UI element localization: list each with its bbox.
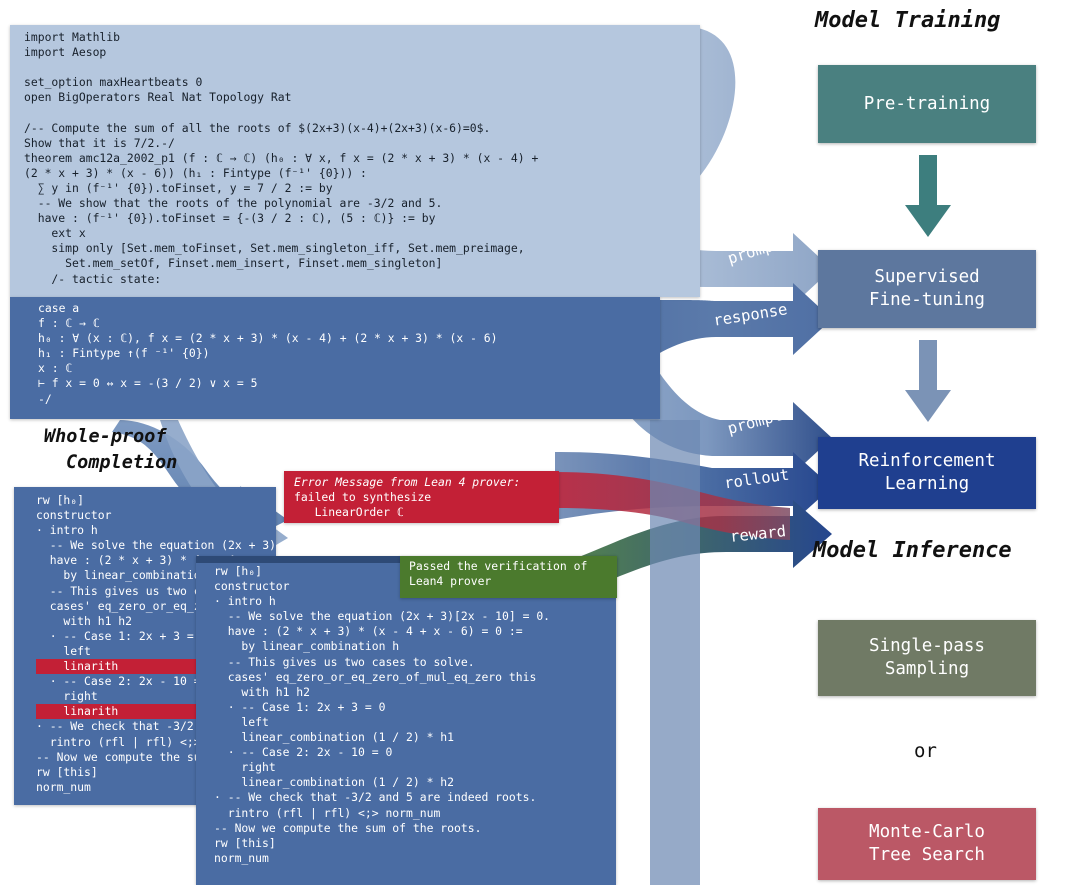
stage-box-rl-label-line2: Learning [884,474,970,494]
stage-box-supervised-fine-tuning[interactable]: Supervised Fine-tuning [818,250,1036,328]
ribbon-vertical-column [650,420,700,885]
stage-box-reinforcement-learning[interactable]: Reinforcement Learning [818,437,1036,509]
code-panel-passing-proof: rw [h₀] constructor · intro h -- We solv… [196,556,616,885]
stage-box-rl-label-line1: Reinforcement [858,451,996,471]
verification-success-text: Passed the verification of Lean4 prover [409,559,588,589]
arrow-pretraining-to-sft [905,155,951,237]
whole-proof-line1: Whole-proof [44,426,167,447]
or-connector-label: or [914,740,937,762]
diagram-canvas: import Mathlib import Aesop set_option m… [0,0,1080,885]
code-line: -- We solve the equation (2x + 3)[2x - 1… [49,538,276,553]
code-pass-text: rw [h₀] constructor · intro h -- We solv… [214,564,551,865]
stage-box-mcts-label-line2: Tree Search [869,845,985,865]
whole-proof-line2: Completion [66,452,178,473]
stage-box-single-pass-sampling[interactable]: Single-pass Sampling [818,620,1036,696]
whole-proof-completion-label: Whole-proof Completion [44,424,177,476]
code-line: constructor [36,508,112,523]
stage-box-sft-label-line1: Supervised [874,267,980,287]
stage-box-pre-training[interactable]: Pre-training [818,65,1036,143]
stage-box-pre-training-label: Pre-training [863,93,991,114]
stage-box-sps-label-line2: Sampling [884,659,970,679]
error-body: failed to synthesize LinearOrder ℂ [294,490,432,520]
code-panel-prompt: import Mathlib import Aesop set_option m… [10,25,700,297]
code-prompt-text: import Mathlib import Aesop set_option m… [24,30,539,286]
section-title-model-inference: Model Inference [813,538,1012,563]
stage-box-mcts-label-line1: Monte-Carlo [869,822,985,842]
arrow-sft-to-rl [905,340,951,422]
code-response-text: case a f : ℂ → ℂ h₀ : ∀ (x : ℂ), f x = (… [38,301,498,406]
code-line: · intro h [36,523,98,538]
code-line: rw [h₀] [36,493,85,507]
stage-box-monte-carlo-tree-search[interactable]: Monte-Carlo Tree Search [818,808,1036,880]
error-text: Error Message from Lean 4 prover: failed… [294,475,520,520]
section-title-model-training: Model Training [815,8,1001,33]
stage-box-sps-label-line1: Single-pass [869,636,985,656]
error-message-box: Error Message from Lean 4 prover: failed… [284,471,559,523]
verification-success-box: Passed the verification of Lean4 prover [400,556,617,598]
code-panel-response: case a f : ℂ → ℂ h₀ : ∀ (x : ℂ), f x = (… [10,297,660,419]
error-title: Error Message from Lean 4 prover: [294,475,521,489]
stage-box-sft-label-line2: Fine-tuning [869,290,985,310]
